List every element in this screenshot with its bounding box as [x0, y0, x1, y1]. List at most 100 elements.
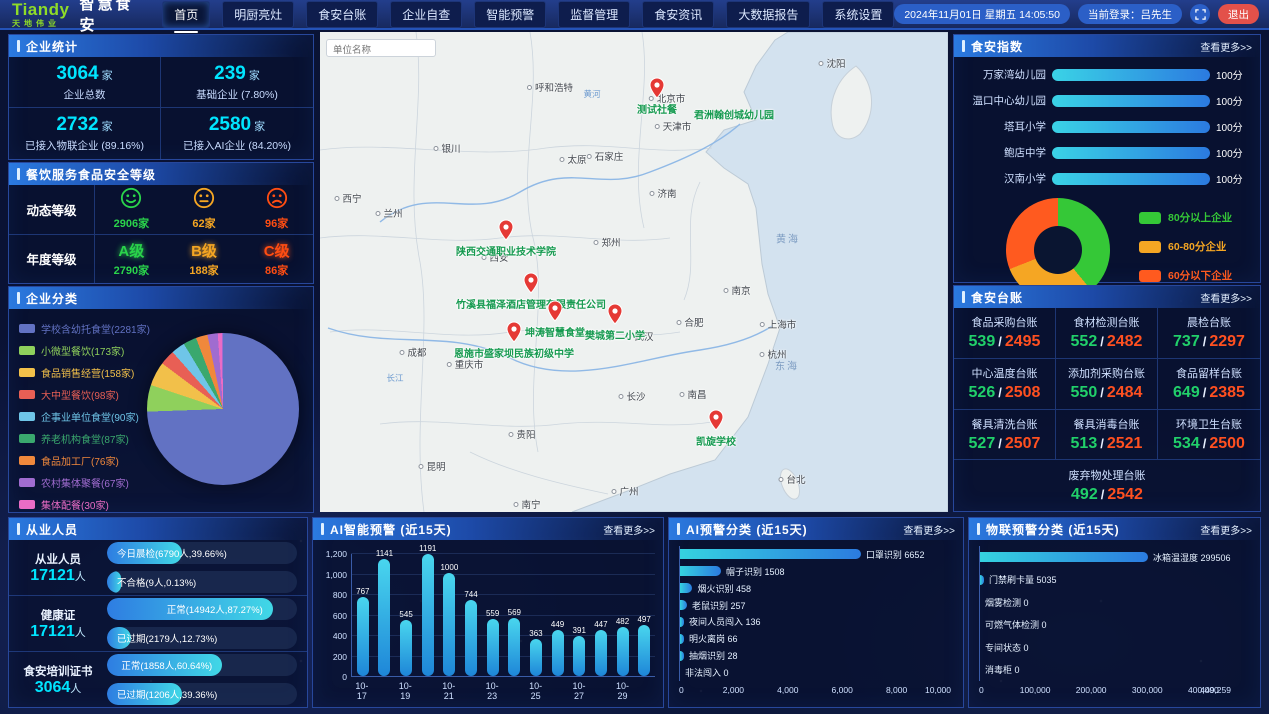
nav-item[interactable]: 企业自查	[390, 1, 462, 28]
view-more-link[interactable]: 查看更多>>	[903, 522, 955, 537]
legend-item[interactable]: 学校含幼托食堂(2281家)	[19, 321, 150, 336]
bar	[465, 600, 477, 676]
ledger-values: 539/2495	[969, 333, 1041, 351]
panel-ledgers: 食安台账 查看更多>> 食品采购台账539/2495食材检测台账552/2482…	[953, 285, 1261, 512]
nav-item[interactable]: 食安台账	[306, 1, 378, 28]
donut-legend-item[interactable]: 80分以上企业	[1139, 210, 1232, 225]
nav-item[interactable]: 大数据报告	[726, 1, 810, 28]
x-tick-label: 0	[679, 685, 684, 695]
fullscreen-button[interactable]	[1190, 4, 1210, 24]
x-tick-label: 4,000	[777, 685, 798, 695]
nav-item[interactable]: 监督管理	[558, 1, 630, 28]
legend-item[interactable]: 农村集体聚餐(67家)	[19, 475, 150, 490]
stat-label: 企业总数	[64, 87, 106, 102]
view-more-link[interactable]: 查看更多>>	[1200, 39, 1252, 54]
enterprise-stats-grid: 3064家企业总数239家基础企业 (7.80%)2732家已接入物联企业 (8…	[9, 57, 313, 159]
grade-row: 年度等级A级2790家B级188家C级86家	[9, 234, 313, 284]
personnel-total: 17121人	[30, 623, 86, 641]
ledger-done: 534	[1173, 435, 1200, 452]
city-dot	[587, 154, 592, 159]
ledger-done: 492	[1071, 486, 1098, 503]
view-more-link[interactable]: 查看更多>>	[1200, 290, 1252, 305]
city-dot	[508, 432, 513, 437]
view-more-link[interactable]: 查看更多>>	[1200, 522, 1252, 537]
x-tick-label	[373, 681, 395, 695]
personnel-label: 健康证	[41, 607, 76, 623]
x-tick-label	[590, 681, 612, 695]
map-pin[interactable]	[498, 219, 514, 241]
ledger-cell: 食品留样台账649/2385	[1158, 359, 1260, 410]
personnel-bars: 正常(1858人,60.64%)已过期(1206人,39.36%)	[107, 654, 307, 705]
view-more-link[interactable]: 查看更多>>	[603, 522, 655, 537]
legend-swatch	[19, 500, 35, 509]
x-tick-label: 0	[979, 685, 984, 695]
map-pin[interactable]	[708, 409, 724, 431]
panel-iot-warning-category: 物联预警分类 (近15天) 查看更多>> 冰箱温湿度 299506门禁刷卡量 5…	[968, 517, 1261, 708]
bar	[357, 597, 369, 676]
legend-item[interactable]: 食品加工厂(76家)	[19, 453, 150, 468]
legend-item[interactable]: 大中型餐饮(98家)	[19, 387, 150, 402]
hbar-row: 夜间人员闯入 136	[680, 615, 957, 628]
hbar-label: 烟雾检测 0	[985, 596, 1029, 609]
city-label: 成都	[407, 345, 426, 359]
stat-unit: 家	[102, 70, 113, 82]
legend-swatch	[19, 434, 35, 443]
bar-column: 545	[395, 610, 417, 676]
map-city: 上海市	[760, 317, 797, 331]
map-pin[interactable]	[506, 321, 522, 343]
personnel-unit: 人	[75, 627, 86, 639]
enterprise-category-pie-chart[interactable]	[147, 333, 299, 485]
bar	[573, 636, 585, 676]
ledger-total: 2484	[1107, 384, 1143, 401]
ai-category-hbar-chart: 口罩识别 6652帽子识别 1508烟火识别 458老鼠识别 257夜间人员闯入…	[669, 540, 963, 705]
donut-legend-item[interactable]: 60-80分企业	[1139, 239, 1232, 254]
legend-item[interactable]: 小微型餐饮(173家)	[19, 343, 150, 358]
personnel-unit: 人	[70, 683, 81, 695]
legend-label: 60-80分企业	[1168, 239, 1226, 254]
personnel-bar-label: 已过期(1206人,39.36%)	[117, 687, 217, 701]
legend-item[interactable]: 食品销售经营(158家)	[19, 365, 150, 380]
map-pin[interactable]	[607, 303, 623, 325]
nav-item[interactable]: 系统设置	[822, 1, 894, 28]
ledger-done: 513	[1071, 435, 1098, 452]
legend-item[interactable]: 养老机构食堂(87家)	[19, 431, 150, 446]
legend-item[interactable]: 企事业单位食堂(90家)	[19, 409, 150, 424]
city-label: 天津市	[663, 119, 692, 133]
map-pin[interactable]	[649, 77, 665, 99]
panel-header: AI智能预警 (近15天) 查看更多>>	[313, 518, 663, 540]
personnel-row: 健康证17121人正常(14942人,87.27%)已过期(2179人,12.7…	[9, 595, 307, 651]
nav-item[interactable]: 明厨亮灶	[222, 1, 294, 28]
ledger-cell: 食材检测台账552/2482	[1056, 308, 1158, 359]
ledger-cell: 添加剂采购台账550/2484	[1056, 359, 1158, 410]
bar-column: 391	[568, 626, 590, 676]
panel-title: AI智能预警 (近15天)	[330, 521, 452, 538]
nav-item[interactable]: 首页	[162, 1, 210, 28]
china-map[interactable]: 沈阳呼和浩特北京市天津市石家庄太原济南银川西宁兰州西安郑州南京合肥上海市杭州武汉…	[320, 32, 948, 512]
bar-column: 744	[460, 590, 482, 676]
map-pin[interactable]	[547, 300, 563, 322]
hbar-rows: 冰箱温湿度 299506门禁刷卡量 5035烟雾检测 0可燃气体检测 0专间状态…	[979, 546, 1254, 681]
stat-unit: 家	[249, 70, 260, 82]
header-accent	[321, 523, 324, 535]
nav-item[interactable]: 食安资讯	[642, 1, 714, 28]
panel-title: 企业统计	[26, 38, 78, 55]
bar-column: 497	[633, 615, 655, 676]
x-tick-label	[546, 681, 568, 695]
x-tick-label: 10-17	[351, 681, 373, 695]
bar-value-label: 1000	[440, 563, 458, 572]
logout-button[interactable]: 退出	[1218, 4, 1259, 24]
bar	[638, 625, 650, 676]
school-name: 万家湾幼儿园	[958, 67, 1046, 82]
map-city: 杭州	[759, 347, 786, 361]
map-pin[interactable]	[523, 272, 539, 294]
bar-value-label: 1191	[419, 544, 436, 553]
map-search-input[interactable]	[327, 43, 435, 59]
personnel-bar-label: 已过期(2179人,12.73%)	[117, 631, 217, 645]
donut-legend-item[interactable]: 60分以下企业	[1139, 268, 1232, 283]
city-label: 石家庄	[595, 149, 624, 163]
nav-item[interactable]: 智能预警	[474, 1, 546, 28]
legend-swatch	[1139, 270, 1161, 282]
city-dot	[447, 362, 452, 367]
legend-label: 小微型餐饮(173家)	[41, 343, 124, 358]
legend-item[interactable]: 集体配餐(30家)	[19, 497, 150, 512]
